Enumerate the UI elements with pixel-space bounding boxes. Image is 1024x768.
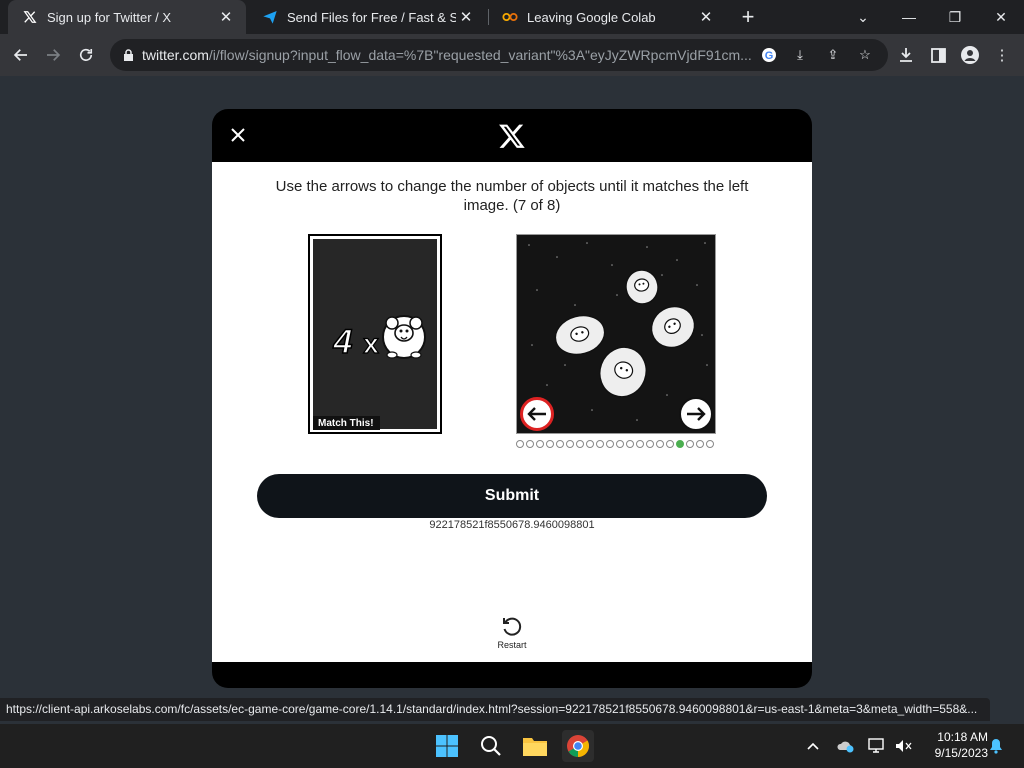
position-dot [576, 440, 584, 448]
signup-modal: Use the arrows to change the number of o… [212, 109, 812, 688]
onedrive-icon[interactable] [836, 736, 856, 756]
match-illustration: 4 x [332, 315, 426, 362]
url-path: /i/flow/signup?input_flow_data=%7B"reque… [208, 47, 752, 63]
tab-title: Leaving Google Colab [527, 9, 656, 25]
status-bar-url: https://client-api.arkoselabs.com/fc/ass… [0, 698, 990, 721]
session-id: 922178521f8550678.9460098801 [429, 519, 595, 531]
page-viewport: Use the arrows to change the number of o… [0, 76, 1024, 724]
position-dot [706, 440, 714, 448]
restart-icon [500, 614, 524, 638]
image-position-dots [516, 440, 716, 450]
bookmark-star-icon[interactable]: ☆ [855, 45, 875, 65]
match-image-inner: 4 x Match This! [312, 238, 438, 430]
chevron-up-icon[interactable] [803, 736, 823, 756]
url-text: twitter.com/i/flow/signup?input_flow_dat… [142, 47, 762, 63]
chrome-taskbar-icon[interactable] [562, 730, 594, 762]
modal-header [212, 109, 812, 162]
captcha-instruction: Use the arrows to change the number of o… [275, 178, 749, 214]
forward-icon[interactable] [40, 42, 66, 68]
position-dot [516, 440, 524, 448]
restart-button[interactable]: Restart [482, 614, 542, 650]
browser-chrome: Sign up for Twitter / X ✕ Send Files for… [0, 0, 1024, 76]
back-icon[interactable] [8, 42, 34, 68]
colab-icon [502, 9, 518, 25]
display-icon[interactable] [867, 736, 887, 756]
search-icon[interactable] [475, 730, 507, 762]
tab-bar: Sign up for Twitter / X ✕ Send Files for… [0, 0, 1024, 34]
browser-toolbar: twitter.com/i/flow/signup?input_flow_dat… [0, 34, 1024, 76]
position-dot [556, 440, 564, 448]
position-dot [696, 440, 704, 448]
position-dot [606, 440, 614, 448]
next-arrow-button[interactable] [679, 397, 713, 431]
svg-text:G: G [765, 50, 774, 62]
side-panel-icon[interactable] [927, 44, 949, 66]
tab-title: Sign up for Twitter / X [47, 9, 172, 25]
submit-button[interactable]: Submit [257, 474, 767, 518]
reload-icon[interactable] [73, 42, 99, 68]
new-tab-button[interactable]: + [736, 4, 760, 30]
sheep-icon [599, 346, 647, 398]
downloads-icon[interactable] [895, 44, 917, 66]
clock-date: 9/15/2023 [934, 746, 988, 760]
menu-kebab-icon[interactable]: ⋮ [991, 44, 1013, 66]
minimize-icon[interactable]: — [886, 0, 932, 34]
position-dot [596, 440, 604, 448]
position-dot [636, 440, 644, 448]
match-image: 4 x Match This! [308, 234, 442, 434]
position-dot [666, 440, 674, 448]
position-dot [626, 440, 634, 448]
sheep-icon [554, 314, 606, 356]
tab-send-files[interactable]: Send Files for Free / Fast & Secur ✕ [248, 0, 486, 34]
url-host: twitter.com [142, 47, 209, 63]
system-clock[interactable]: 10:18 AM 9/15/2023 [922, 729, 988, 761]
position-dot [676, 440, 684, 448]
match-label: Match This! [313, 416, 380, 430]
x-logo-icon [22, 9, 38, 25]
match-x-text: x [363, 328, 379, 359]
sheep-icon [382, 315, 426, 359]
windows-taskbar: 10:18 AM 9/15/2023 [0, 724, 1024, 768]
match-count-text: 4 [333, 323, 353, 361]
captcha-panel: Use the arrows to change the number of o… [212, 162, 812, 662]
address-bar[interactable]: twitter.com/i/flow/signup?input_flow_dat… [110, 39, 888, 71]
restart-label: Restart [497, 640, 527, 650]
position-dot [526, 440, 534, 448]
google-lens-icon[interactable]: G [759, 45, 779, 65]
position-dot [616, 440, 624, 448]
paper-plane-icon [262, 9, 278, 25]
tab-close-icon[interactable]: ✕ [216, 8, 236, 26]
close-icon[interactable] [226, 123, 250, 147]
install-icon[interactable]: ⤓ [790, 45, 810, 65]
sheep-icon [625, 269, 659, 305]
x-logo-icon [498, 122, 526, 150]
tab-close-icon[interactable]: ✕ [696, 8, 716, 26]
tab-title: Send Files for Free / Fast & Secur [287, 9, 456, 25]
position-dot [546, 440, 554, 448]
position-dot [686, 440, 694, 448]
game-image [516, 234, 716, 434]
profile-icon[interactable] [959, 44, 981, 66]
position-dot [586, 440, 594, 448]
position-dot [536, 440, 544, 448]
position-dot [566, 440, 574, 448]
share-icon[interactable]: ⇪ [823, 45, 843, 65]
lock-icon [122, 48, 134, 62]
notification-bell-icon[interactable] [986, 736, 1006, 756]
volume-muted-icon[interactable] [893, 736, 913, 756]
tab-search-icon[interactable]: ⌄ [840, 0, 886, 34]
tab-close-icon[interactable]: ✕ [456, 8, 476, 26]
window-close-icon[interactable]: ✕ [978, 0, 1024, 34]
position-dot [656, 440, 664, 448]
sheep-icon [650, 305, 696, 349]
position-dot [646, 440, 654, 448]
clock-time: 10:18 AM [937, 730, 988, 744]
tab-twitter-signup[interactable]: Sign up for Twitter / X ✕ [8, 0, 246, 34]
tab-leaving-colab[interactable]: Leaving Google Colab ✕ [488, 0, 726, 34]
restore-icon[interactable]: ❐ [932, 0, 978, 34]
windows-start-icon[interactable] [431, 730, 463, 762]
file-explorer-icon[interactable] [519, 730, 551, 762]
previous-arrow-button[interactable] [520, 397, 554, 431]
